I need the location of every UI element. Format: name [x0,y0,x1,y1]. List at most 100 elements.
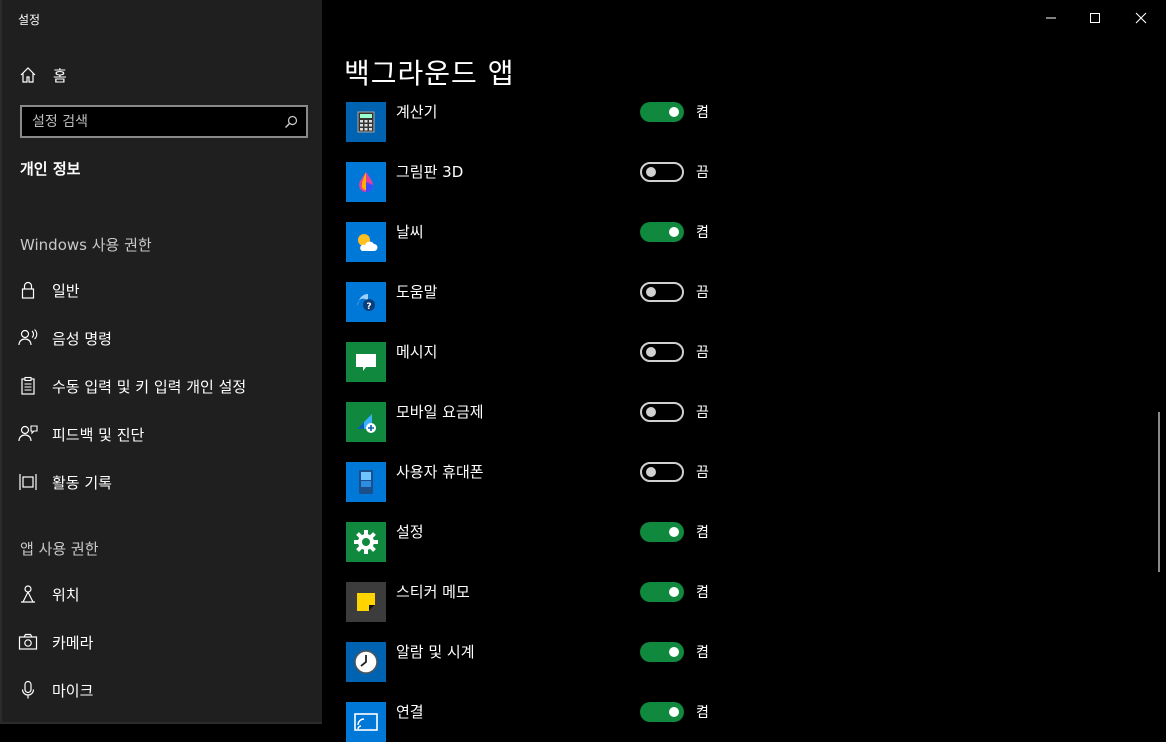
background-toggle[interactable] [640,462,684,482]
vertical-scrollbar[interactable] [1158,412,1160,572]
microphone-icon [18,680,38,700]
app-row-mobile-plans: 모바일 요금제 끔 [346,402,726,442]
sidebar-item-label: 위치 [52,585,80,604]
toggle-state-label: 켬 [696,585,709,601]
home-icon [18,65,38,85]
app-name: 날씨 [396,223,424,241]
nav-home-label: 홈 [53,66,67,85]
background-toggle[interactable] [640,162,684,182]
toggle-knob [669,107,679,117]
app-row-paint3d: 그림판 3D 끔 [346,162,726,202]
app-name: 계산기 [396,103,438,121]
maximize-icon [1090,13,1100,23]
app-name: 설정 [396,523,424,541]
close-icon [1135,12,1147,24]
sidebar-item-inking-typing[interactable]: 수동 입력 및 키 입력 개인 설정 [18,373,246,399]
sidebar-item-label: 마이크 [52,681,94,700]
app-row-alarms-clock: 알람 및 시계 켬 [346,642,726,682]
search-icon[interactable] [276,115,306,129]
clock-icon [346,642,386,682]
connect-icon [346,702,386,742]
app-row-connect: 연결 켬 [346,702,726,742]
search-box[interactable] [20,105,308,138]
window-title: 설정 [18,13,41,27]
feedback-icon [18,424,38,444]
sidebar-item-feedback[interactable]: 피드백 및 진단 [18,421,144,447]
current-section-title: 개인 정보 [20,160,81,178]
background-toggle[interactable] [640,222,684,242]
maximize-button[interactable] [1072,0,1118,36]
sidebar-item-camera[interactable]: 카메라 [18,629,93,655]
app-row-messaging: 메시지 끔 [346,342,726,382]
search-input[interactable] [22,112,276,131]
app-row-your-phone: 사용자 휴대폰 끔 [346,462,726,502]
toggle-state-label: 끔 [696,465,709,481]
app-row-settings: 설정 켬 [346,522,726,562]
background-toggle[interactable] [640,402,684,422]
lock-icon [18,280,38,300]
sidebar-item-activity-history[interactable]: 활동 기록 [18,469,112,495]
sidebar: 설정 홈 개인 정보 Windows 사용 권한 일반 음성 명령 수동 입력 … [0,0,322,724]
sidebar-item-location[interactable]: 위치 [18,581,80,607]
sidebar-item-label: 일반 [52,281,80,300]
app-name: 그림판 3D [396,163,464,181]
toggle-state-label: 켬 [696,645,709,661]
toggle-knob [646,287,656,297]
messaging-icon [346,342,386,382]
sidebar-item-label: 활동 기록 [52,473,112,492]
background-toggle[interactable] [640,522,684,542]
background-toggle[interactable] [640,282,684,302]
sidebar-item-microphone[interactable]: 마이크 [18,677,93,703]
app-name: 사용자 휴대폰 [396,463,484,481]
toggle-state-label: 켬 [696,225,709,241]
help-icon: ? [346,282,386,322]
windows-permissions-header: Windows 사용 권한 [20,236,152,254]
close-button[interactable] [1118,0,1164,36]
app-row-sticky-notes: 스티커 메모 켬 [346,582,726,622]
app-name: 도움말 [396,283,438,301]
app-row-calculator: 계산기 켬 [346,102,726,142]
toggle-knob [669,227,679,237]
sidebar-item-label: 음성 명령 [52,329,112,348]
minimize-button[interactable] [1028,0,1074,36]
toggle-knob [669,587,679,597]
background-toggle[interactable] [640,342,684,362]
paint3d-icon [346,162,386,202]
app-permissions-header: 앱 사용 권한 [20,540,99,558]
sidebar-item-label: 카메라 [52,633,94,652]
timeline-icon [18,472,38,492]
toggle-knob [646,467,656,477]
camera-icon [18,632,38,652]
sidebar-item-speech[interactable]: 음성 명령 [18,325,112,351]
app-name: 메시지 [396,343,438,361]
app-name: 모바일 요금제 [396,403,484,421]
minimize-icon [1046,17,1056,19]
toggle-knob [646,167,656,177]
nav-home[interactable]: 홈 [18,63,67,87]
sidebar-item-label: 피드백 및 진단 [52,425,145,444]
toggle-knob [646,407,656,417]
clipboard-icon [18,376,38,396]
app-row-weather: 날씨 켬 [346,222,726,262]
gear-icon [346,522,386,562]
toggle-state-label: 끔 [696,165,709,181]
sidebar-item-general[interactable]: 일반 [18,277,80,303]
background-toggle[interactable] [640,642,684,662]
app-row-help: ? 도움말 끔 [346,282,726,322]
phone-icon [346,462,386,502]
background-toggle[interactable] [640,102,684,122]
app-name: 알람 및 시계 [396,643,475,661]
toggle-state-label: 끔 [696,285,709,301]
sidebar-item-label: 수동 입력 및 키 입력 개인 설정 [52,377,247,396]
toggle-state-label: 끔 [696,405,709,421]
toggle-knob [646,347,656,357]
background-toggle[interactable] [640,582,684,602]
app-name: 연결 [396,703,424,721]
page-title: 백그라운드 앱 [344,57,515,90]
calculator-icon [346,102,386,142]
toggle-knob [669,707,679,717]
voice-icon [18,328,38,348]
svg-text:?: ? [366,302,371,312]
toggle-knob [669,527,679,537]
background-toggle[interactable] [640,702,684,722]
